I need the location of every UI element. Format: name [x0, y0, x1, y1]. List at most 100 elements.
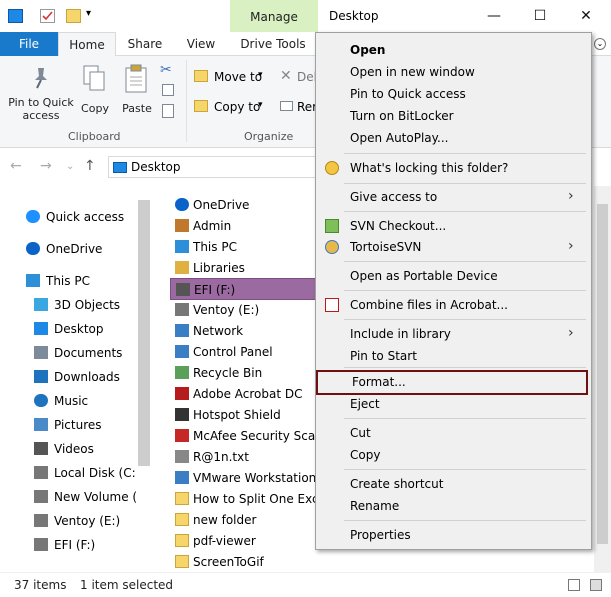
menu-combine-acrobat[interactable]: Combine files in Acrobat...: [316, 294, 591, 316]
tab-home[interactable]: Home: [58, 32, 116, 57]
nav-scrollbar[interactable]: [138, 200, 150, 466]
list-item-label: Libraries: [193, 261, 245, 275]
manage-tab[interactable]: Manage: [230, 0, 318, 32]
mcafee-icon: [175, 429, 189, 442]
sidebar-item[interactable]: EFI (F:): [0, 534, 150, 556]
list-item[interactable]: Libraries: [170, 257, 316, 279]
properties-icon[interactable]: [40, 9, 55, 23]
delete-label: Del: [297, 70, 317, 84]
list-item[interactable]: EFI (F:): [170, 278, 316, 300]
move-to-button[interactable]: Move to ▾: [194, 68, 270, 88]
sidebar-item[interactable]: OneDrive: [0, 238, 150, 260]
recent-locations-icon[interactable]: ⌄: [66, 161, 74, 172]
list-item[interactable]: Control Panel: [170, 341, 316, 363]
rename-button[interactable]: Rer: [280, 98, 317, 118]
menu-combine-acrobat-label: Combine files in Acrobat...: [350, 298, 508, 312]
up-arrow-icon[interactable]: ↑: [84, 158, 96, 174]
list-item[interactable]: Recycle Bin: [170, 362, 316, 384]
tab-share[interactable]: Share: [122, 32, 168, 56]
sidebar-item[interactable]: Quick access: [0, 206, 150, 228]
list-item[interactable]: This PC: [170, 236, 316, 258]
list-item-label: ScreenToGif: [193, 555, 264, 569]
paste-button[interactable]: Paste: [118, 60, 156, 126]
menu-rename[interactable]: Rename: [316, 495, 591, 517]
list-item[interactable]: R@1n.txt: [170, 446, 316, 468]
menu-whats-locking[interactable]: What's locking this folder?: [316, 157, 591, 179]
menu-cut[interactable]: Cut: [316, 422, 591, 444]
menu-portable-device[interactable]: Open as Portable Device: [316, 265, 591, 287]
sidebar-item[interactable]: New Volume (D: [0, 486, 150, 508]
menu-eject[interactable]: Eject: [316, 393, 591, 415]
ribbon-expand-icon[interactable]: ⌄: [594, 38, 606, 50]
list-item[interactable]: McAfee Security Scan P: [170, 425, 316, 447]
desktop-icon: [34, 322, 48, 335]
list-item[interactable]: pdf-viewer: [170, 530, 316, 552]
qat-dropdown-icon[interactable]: ▾: [86, 8, 91, 19]
menu-properties[interactable]: Properties: [316, 524, 591, 546]
menu-copy[interactable]: Copy: [316, 444, 591, 466]
file-list-scrollbar[interactable]: [594, 186, 611, 572]
address-bar[interactable]: Desktop: [108, 156, 318, 178]
svn-checkout-icon: [325, 219, 339, 233]
sidebar-item[interactable]: Pictures: [0, 414, 150, 436]
forward-arrow-icon[interactable]: →: [40, 158, 52, 174]
menu-copy-label: Copy: [350, 448, 381, 462]
lock-search-icon: [325, 161, 339, 175]
menu-open[interactable]: Open: [316, 39, 591, 61]
copy-button[interactable]: Copy: [78, 60, 112, 126]
minimize-icon[interactable]: —: [484, 6, 504, 26]
list-item[interactable]: Adobe Acrobat DC: [170, 383, 316, 405]
menu-include-library[interactable]: Include in library ›: [316, 323, 591, 345]
menu-open-new-window[interactable]: Open in new window: [316, 61, 591, 83]
pin-quick-access-button[interactable]: Pin to Quick access: [4, 60, 78, 126]
menu-pin-quick-access[interactable]: Pin to Quick access: [316, 83, 591, 105]
maximize-icon[interactable]: ☐: [530, 6, 550, 26]
delete-button[interactable]: ✕ Del: [280, 68, 317, 88]
menu-svn-checkout[interactable]: SVN Checkout...: [316, 215, 591, 237]
list-item[interactable]: VMware Workstation Pr: [170, 467, 316, 489]
list-item[interactable]: Admin: [170, 215, 316, 237]
sidebar-item[interactable]: This PC: [0, 270, 150, 292]
sidebar-item[interactable]: Music: [0, 390, 150, 412]
sidebar-item[interactable]: Desktop: [0, 318, 150, 340]
menu-create-shortcut[interactable]: Create shortcut: [316, 473, 591, 495]
list-item[interactable]: How to Split One Excel: [170, 488, 316, 510]
list-item[interactable]: OneDrive: [170, 194, 316, 216]
tab-view[interactable]: View: [178, 32, 224, 56]
sidebar-item[interactable]: Documents: [0, 342, 150, 364]
menu-pin-start[interactable]: Pin to Start: [316, 345, 591, 367]
sidebar-item-label: This PC: [46, 274, 90, 288]
item-count: 37 items: [14, 578, 67, 592]
tab-drive-tools[interactable]: Drive Tools: [234, 32, 312, 56]
new-folder-icon[interactable]: [66, 9, 81, 23]
menu-autoplay[interactable]: Open AutoPlay...: [316, 127, 591, 149]
menu-give-access[interactable]: Give access to ›: [316, 186, 591, 208]
menu-bitlocker[interactable]: Turn on BitLocker: [316, 105, 591, 127]
scrollbar-thumb[interactable]: [597, 204, 608, 544]
sidebar-item[interactable]: Downloads: [0, 366, 150, 388]
copy-path-icon[interactable]: [162, 84, 174, 96]
sidebar-item[interactable]: Local Disk (C:): [0, 462, 150, 484]
large-icons-view-icon[interactable]: [590, 579, 602, 591]
sidebar-item[interactable]: 3D Objects: [0, 294, 150, 316]
list-item[interactable]: new folder: [170, 509, 316, 531]
close-icon[interactable]: ✕: [576, 6, 596, 26]
list-item[interactable]: ScreenToGif: [170, 551, 316, 572]
sidebar-item-label: EFI (F:): [54, 538, 96, 552]
menu-format[interactable]: Format...: [316, 370, 588, 395]
organize-group-label: Organize: [244, 130, 294, 143]
sidebar-item[interactable]: Videos: [0, 438, 150, 460]
list-item[interactable]: Ventoy (E:): [170, 299, 316, 321]
list-item[interactable]: Network: [170, 320, 316, 342]
copy-to-button[interactable]: Copy to ▾: [194, 98, 270, 118]
paste-shortcut-icon[interactable]: [162, 104, 174, 118]
menu-separator: [344, 290, 586, 291]
list-item[interactable]: Hotspot Shield: [170, 404, 316, 426]
tab-file[interactable]: File: [0, 32, 58, 56]
status-bar: 37 items 1 item selected: [0, 572, 611, 597]
back-arrow-icon[interactable]: ←: [10, 158, 22, 174]
sidebar-item[interactable]: Ventoy (E:): [0, 510, 150, 532]
details-view-icon[interactable]: [568, 579, 580, 591]
cut-icon[interactable]: ✂: [160, 62, 172, 78]
menu-tortoisesvn[interactable]: TortoiseSVN ›: [316, 236, 591, 258]
